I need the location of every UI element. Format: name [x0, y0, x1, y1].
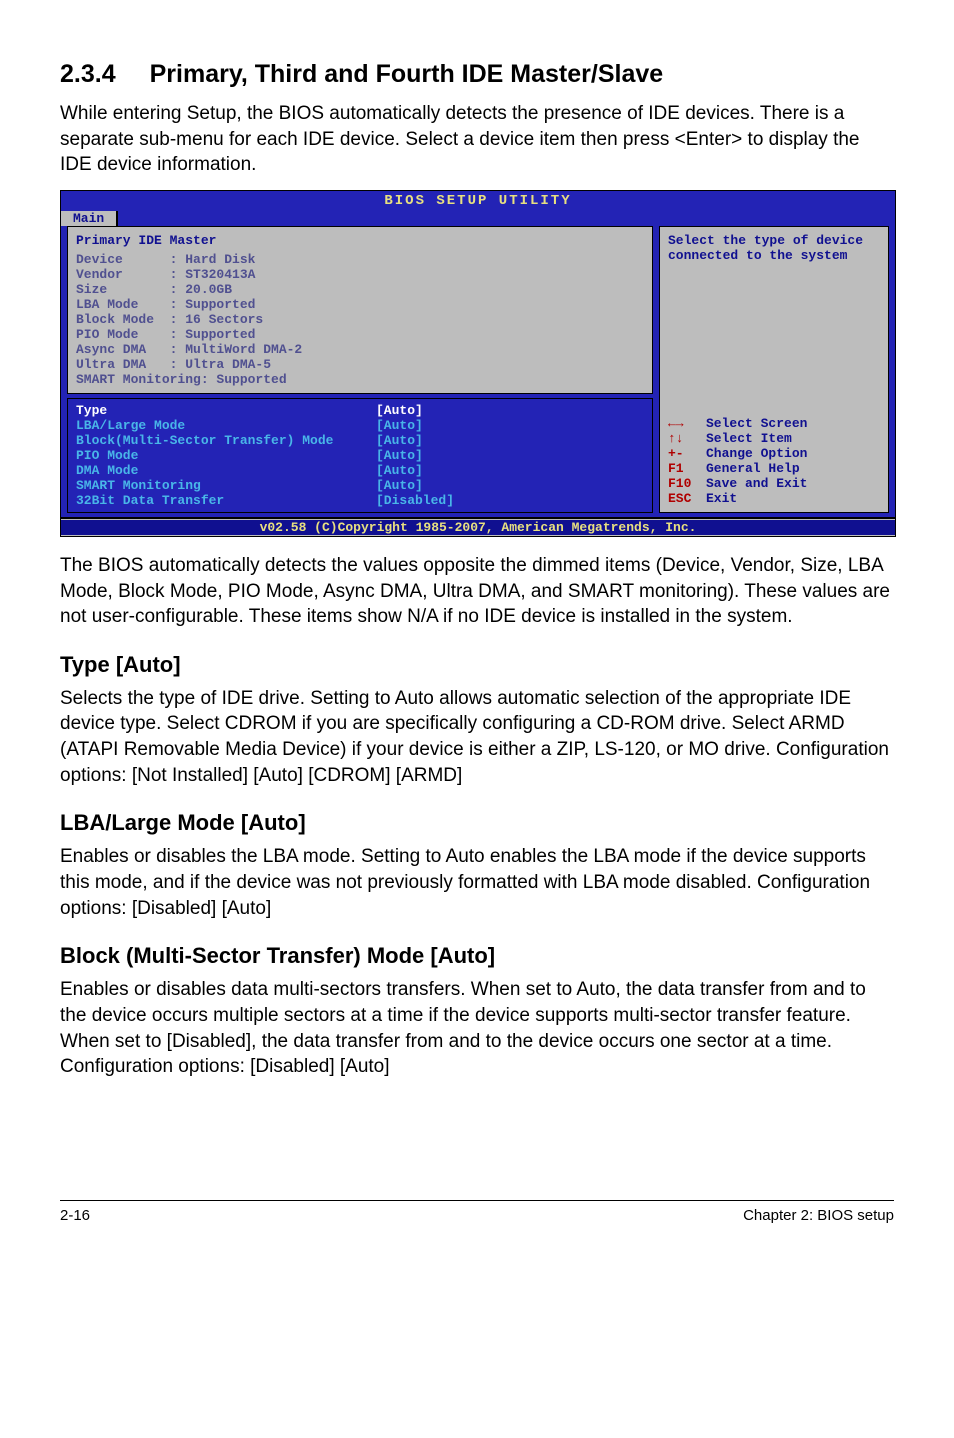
- bios-help-key-row: ESCExit: [668, 491, 880, 506]
- page-number: 2-16: [60, 1207, 90, 1224]
- bios-help-panel: Select the type of device connected to t…: [659, 226, 889, 513]
- bios-help-key: ESC: [668, 491, 706, 506]
- bios-options-panel: Type[Auto]LBA/Large Mode[Auto]Block(Mult…: [67, 398, 653, 513]
- bios-help-key-row: +-Change Option: [668, 446, 880, 461]
- intro-paragraph: While entering Setup, the BIOS automatic…: [60, 101, 894, 178]
- bios-info-row: Size : 20.0GB: [76, 282, 644, 297]
- bios-option-label: Block(Multi-Sector Transfer) Mode: [76, 433, 376, 448]
- bios-option-label: SMART Monitoring: [76, 478, 376, 493]
- bios-option-label: Type: [76, 403, 376, 418]
- bios-option-label: PIO Mode: [76, 448, 376, 463]
- bios-help-desc: Select Item: [706, 431, 792, 446]
- section-number: 2.3.4: [60, 60, 116, 89]
- bios-info-row: PIO Mode : Supported: [76, 327, 644, 342]
- bios-screenshot: BIOS SETUP UTILITY Main Primary IDE Mast…: [60, 190, 896, 537]
- bios-option-value: [Auto]: [376, 433, 423, 448]
- type-body: Selects the type of IDE drive. Setting t…: [60, 686, 894, 789]
- section-heading-text: Primary, Third and Fourth IDE Master/Sla…: [150, 60, 664, 88]
- bios-info-row: Vendor : ST320413A: [76, 267, 644, 282]
- bios-info-row: SMART Monitoring: Supported: [76, 372, 644, 387]
- bios-info-row: Ultra DMA : Ultra DMA-5: [76, 357, 644, 372]
- section-title: 2.3.4 Primary, Third and Fourth IDE Maste…: [60, 60, 894, 89]
- bios-option-value: [Auto]: [376, 448, 423, 463]
- bios-info-row: Block Mode : 16 Sectors: [76, 312, 644, 327]
- page-footer: 2-16 Chapter 2: BIOS setup: [60, 1200, 894, 1224]
- bios-help-desc: Change Option: [706, 446, 807, 461]
- bios-help-desc: Select Screen: [706, 416, 807, 431]
- bios-help-key-row: F1General Help: [668, 461, 880, 476]
- bios-help-key: ↑↓: [668, 431, 706, 446]
- bios-help-key: F10: [668, 476, 706, 491]
- bios-option-row[interactable]: PIO Mode[Auto]: [76, 448, 644, 463]
- bios-help-key: ←→: [668, 416, 706, 431]
- bios-help-desc: Save and Exit: [706, 476, 807, 491]
- bios-option-row[interactable]: DMA Mode[Auto]: [76, 463, 644, 478]
- bios-option-value: [Auto]: [376, 403, 423, 418]
- bios-option-label: LBA/Large Mode: [76, 418, 376, 433]
- bios-title: BIOS SETUP UTILITY: [61, 191, 895, 211]
- bios-help-desc: General Help: [706, 461, 800, 476]
- bios-help-key-row: F10Save and Exit: [668, 476, 880, 491]
- bios-help-desc: Exit: [706, 491, 737, 506]
- post-bios-paragraph: The BIOS automatically detects the value…: [60, 553, 894, 630]
- bios-option-value: [Auto]: [376, 463, 423, 478]
- bios-option-row[interactable]: Type[Auto]: [76, 403, 644, 418]
- lba-body: Enables or disables the LBA mode. Settin…: [60, 844, 894, 921]
- bios-option-value: [Disabled]: [376, 493, 454, 508]
- block-heading: Block (Multi-Sector Transfer) Mode [Auto…: [60, 943, 894, 969]
- bios-option-row[interactable]: SMART Monitoring[Auto]: [76, 478, 644, 493]
- bios-tab-main[interactable]: Main: [61, 211, 118, 226]
- bios-panel-heading: Primary IDE Master: [76, 233, 644, 248]
- block-body: Enables or disables data multi-sectors t…: [60, 977, 894, 1080]
- bios-help-key: F1: [668, 461, 706, 476]
- bios-option-row[interactable]: 32Bit Data Transfer[Disabled]: [76, 493, 644, 508]
- bios-help-text: Select the type of device connected to t…: [668, 233, 880, 263]
- bios-option-row[interactable]: Block(Multi-Sector Transfer) Mode[Auto]: [76, 433, 644, 448]
- bios-option-value: [Auto]: [376, 478, 423, 493]
- bios-option-label: 32Bit Data Transfer: [76, 493, 376, 508]
- chapter-label: Chapter 2: BIOS setup: [743, 1207, 894, 1224]
- lba-heading: LBA/Large Mode [Auto]: [60, 810, 894, 836]
- bios-option-label: DMA Mode: [76, 463, 376, 478]
- bios-help-key-row: ↑↓Select Item: [668, 431, 880, 446]
- bios-help-key: +-: [668, 446, 706, 461]
- bios-info-row: LBA Mode : Supported: [76, 297, 644, 312]
- type-heading: Type [Auto]: [60, 652, 894, 678]
- bios-option-row[interactable]: LBA/Large Mode[Auto]: [76, 418, 644, 433]
- bios-option-value: [Auto]: [376, 418, 423, 433]
- bios-info-panel: Primary IDE Master Device : Hard DiskVen…: [67, 226, 653, 394]
- bios-info-row: Device : Hard Disk: [76, 252, 644, 267]
- bios-footer: v02.58 (C)Copyright 1985-2007, American …: [61, 520, 895, 535]
- bios-info-row: Async DMA : MultiWord DMA-2: [76, 342, 644, 357]
- bios-help-key-row: ←→Select Screen: [668, 416, 880, 431]
